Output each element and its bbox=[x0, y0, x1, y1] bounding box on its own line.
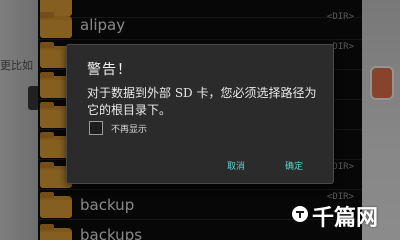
dialog-title: 警告！ bbox=[87, 62, 132, 78]
cancel-button[interactable]: 取消 bbox=[227, 159, 245, 172]
ok-button[interactable]: 确定 bbox=[285, 159, 303, 172]
dont-show-again-checkbox[interactable] bbox=[89, 121, 103, 135]
watermark-logo-icon bbox=[292, 206, 308, 222]
checkbox-label: 不再显示 bbox=[111, 125, 148, 135]
watermark-text: 千篇网 bbox=[312, 206, 379, 231]
warning-dialog: 警告！ 对于数据到外部 SD 卡，您必须选择路径为它的根目录下。 不再显示 取消… bbox=[66, 44, 334, 184]
dialog-message: 对于数据到外部 SD 卡，您必须选择路径为它的根目录下。 bbox=[87, 86, 317, 117]
